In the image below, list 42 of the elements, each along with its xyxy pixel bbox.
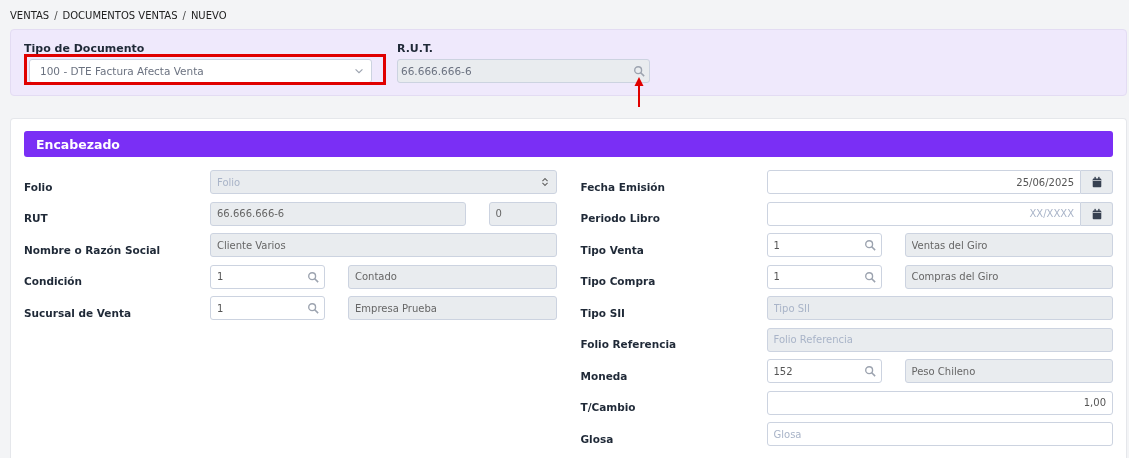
search-icon xyxy=(633,65,645,77)
field-label: Nombre o Razón Social xyxy=(24,242,162,256)
field-label: Fecha Emisión xyxy=(580,179,667,193)
field-label: Tipo SII xyxy=(580,305,627,319)
field-label: R.U.T. xyxy=(397,42,434,55)
field-label: Moneda xyxy=(580,368,629,382)
date-field[interactable]: XX/XXXX xyxy=(766,201,1081,226)
document-type-select[interactable]: 100 - DTE Factura Afecta Venta xyxy=(29,59,372,83)
search-icon xyxy=(863,239,876,251)
field-label: Condición xyxy=(24,274,84,287)
field-label: Folio xyxy=(24,179,54,193)
lookup-field[interactable]: 1 xyxy=(766,264,882,289)
search-icon xyxy=(307,302,319,314)
field-label: Glosa xyxy=(580,431,615,445)
calendar-button[interactable] xyxy=(1081,170,1113,194)
field-label: RUT xyxy=(24,211,49,224)
lookup-field[interactable]: 1 xyxy=(210,264,325,289)
lookup-field[interactable]: 1 xyxy=(210,296,325,320)
input-field[interactable]: Glosa xyxy=(766,422,1113,446)
lookup-field[interactable]: 152 xyxy=(766,359,882,383)
breadcrumb-separator: / xyxy=(54,9,58,21)
lookup-field[interactable]: 1 xyxy=(766,233,882,257)
calendar-button[interactable] xyxy=(1081,201,1113,226)
field-label: Tipo Compra xyxy=(580,274,657,287)
calendar-icon xyxy=(1090,176,1103,188)
search-icon xyxy=(863,365,876,377)
breadcrumb-link[interactable]: NUEVO xyxy=(190,9,227,21)
field-label: T/Cambio xyxy=(580,400,637,413)
field-label: Tipo de Documento xyxy=(24,42,146,55)
field-label: Sucursal de Venta xyxy=(24,305,133,319)
search-icon xyxy=(307,270,319,283)
breadcrumb-separator: / xyxy=(182,9,186,21)
search-icon xyxy=(863,270,876,283)
breadcrumb-link[interactable]: DOCUMENTOS VENTAS xyxy=(62,9,178,21)
calendar-icon xyxy=(1090,207,1103,220)
field-label: Tipo Venta xyxy=(580,242,645,256)
field-label: Folio Referencia xyxy=(580,337,678,350)
field-label: Periodo Libro xyxy=(580,211,661,224)
date-field[interactable]: 25/06/2025 xyxy=(766,170,1081,194)
section-header: Encabezado xyxy=(24,131,1113,157)
input-field[interactable]: 1,00 xyxy=(766,390,1113,415)
breadcrumb-link[interactable]: VENTAS xyxy=(10,9,50,21)
